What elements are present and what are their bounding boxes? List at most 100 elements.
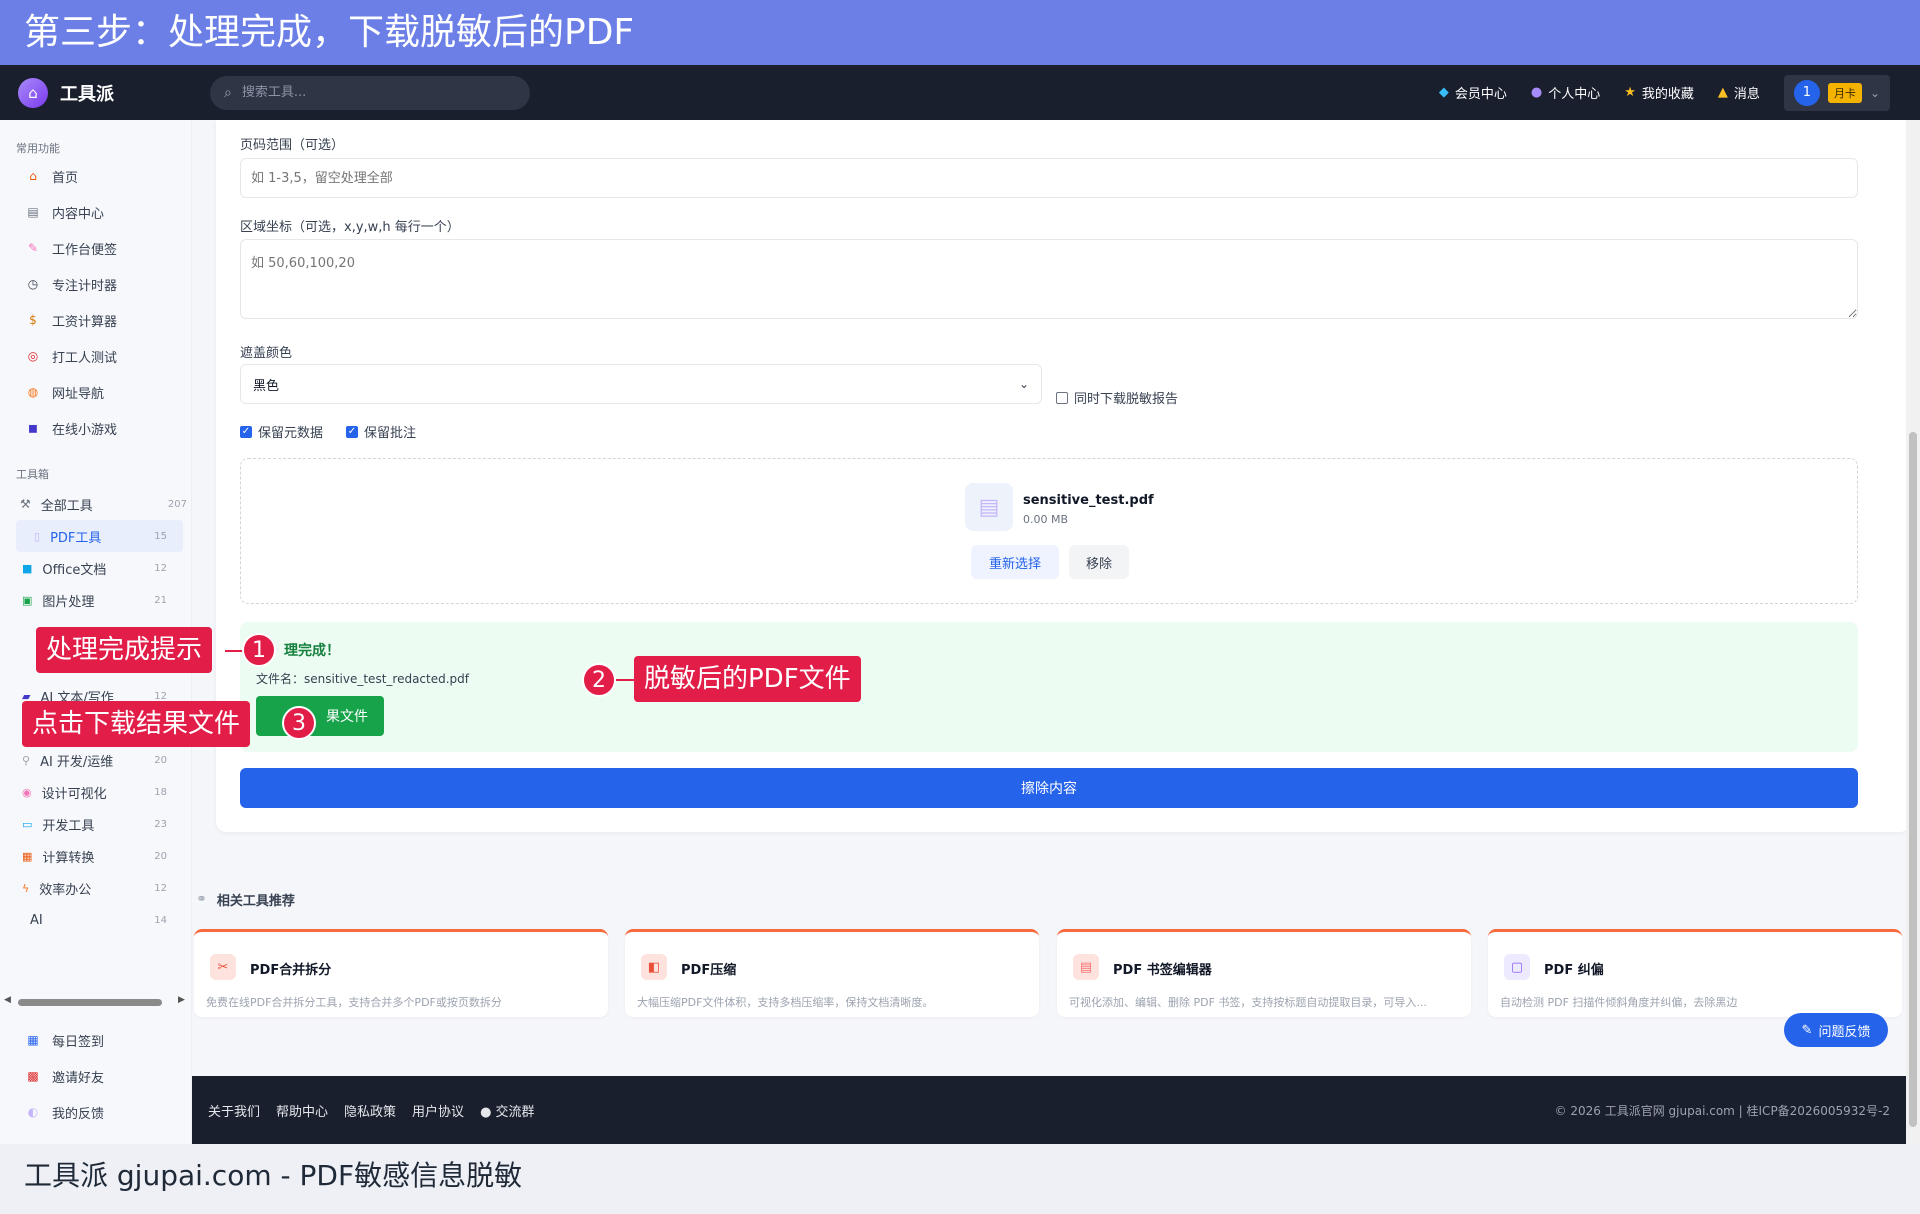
sidebar-item-invite[interactable]: ▩ 邀请好友 — [0, 1058, 191, 1094]
search-box[interactable]: ⌕ — [210, 75, 530, 110]
scrollbar-thumb[interactable] — [1909, 432, 1917, 1127]
sidebar-section-common: 常用功能 — [16, 142, 60, 155]
chevron-down-icon: ⌄ — [1018, 377, 1029, 391]
annotation-number-2: 2 — [582, 663, 616, 697]
search-input[interactable] — [241, 85, 502, 100]
sidebar-item-notes[interactable]: ✎ 工作台便签 — [0, 230, 191, 266]
sidebar-item-calc[interactable]: ▦ 计算转换 20 — [0, 840, 191, 872]
picture-icon: ▣ — [22, 593, 33, 607]
sidebar-item-office[interactable]: ■ Office文档 12 — [0, 552, 191, 584]
scroll-right-arrow-icon[interactable]: ▶ — [178, 995, 185, 1005]
page-range-input[interactable] — [240, 158, 1858, 198]
scroll-left-arrow-icon[interactable]: ◀ — [4, 995, 11, 1005]
sidebar-item-pdf-tools[interactable]: ▯ PDF工具 15 — [16, 520, 183, 552]
nav-messages[interactable]: ▲ 消息 — [1718, 83, 1760, 102]
wrench-icon: ⚲ — [22, 753, 31, 767]
sidebar-item-design[interactable]: ◉ 设计可视化 18 — [0, 776, 191, 808]
sidebar-item-ai[interactable]: AI 14 — [0, 904, 191, 936]
feedback-icon: ✎ — [1801, 1022, 1813, 1038]
user-icon: ● — [1530, 85, 1543, 100]
footer-link-privacy[interactable]: 隐私政策 — [344, 1101, 396, 1120]
sidebar-item-efficiency[interactable]: ϟ 效率办公 12 — [0, 872, 191, 904]
money-bag-icon: $ — [29, 313, 37, 327]
link-icon: ⚭ — [196, 892, 207, 907]
footer-link-about[interactable]: 关于我们 — [208, 1101, 260, 1120]
footer-link-help[interactable]: 帮助中心 — [276, 1101, 328, 1120]
scissors-icon: ✂ — [210, 954, 236, 980]
file-dropzone[interactable]: ▤ sensitive_test.pdf 0.00 MB 重新选择 移除 — [240, 458, 1858, 604]
sidebar-item-games[interactable]: ◼ 在线小游戏 — [0, 410, 191, 446]
reselect-file-button[interactable]: 重新选择 — [971, 545, 1059, 579]
sidebar-item-dev-tools[interactable]: ▭ 开发工具 23 — [0, 808, 191, 840]
keep-annotations-checkbox[interactable]: ✓ 保留批注 — [346, 422, 416, 441]
deskew-icon: ▢ — [1504, 954, 1530, 980]
sidebar-item-nav[interactable]: ◍ 网址导航 — [0, 374, 191, 410]
related-card-pdf-compress[interactable]: ◧ PDF压缩 大幅压缩PDF文件体积，支持多档压缩率，保持文档清晰度。 — [625, 929, 1039, 1017]
sidebar-item-feedback[interactable]: ◐ 我的反馈 — [0, 1094, 191, 1130]
result-box: 理完成！ 文件名：sensitive_test_redacted.pdf 果文件 — [240, 622, 1858, 752]
book-icon: ■ — [22, 561, 33, 575]
laptop-icon: ▭ — [22, 817, 33, 831]
member-badge: 月卡 — [1827, 82, 1862, 103]
tools-icon: ⚒ — [20, 497, 31, 511]
file-name: sensitive_test.pdf — [1023, 493, 1154, 508]
download-result-button[interactable]: 果文件 — [256, 696, 384, 736]
nav-vip-center[interactable]: ◆ 会员中心 — [1439, 83, 1507, 102]
annotation-label-1: 处理完成提示 — [36, 627, 213, 673]
footer-link-group[interactable]: ● 交流群 — [480, 1101, 535, 1120]
result-title: 理完成！ — [284, 643, 340, 659]
remove-file-button[interactable]: 移除 — [1069, 545, 1129, 579]
sidebar-horizontal-scrollbar[interactable]: ◀ ▶ — [0, 995, 192, 1009]
star-icon: ★ — [1624, 85, 1636, 100]
sidebar-item-salary[interactable]: $ 工资计算器 — [0, 302, 191, 338]
scrollbar-thumb[interactable] — [18, 999, 162, 1006]
checkbox-unchecked[interactable] — [1056, 391, 1068, 404]
nav-profile[interactable]: ● 个人中心 — [1531, 83, 1600, 102]
sidebar-item-checkin[interactable]: ▦ 每日签到 — [0, 1022, 191, 1058]
sidebar-item-home[interactable]: ⌂ 首页 — [0, 158, 191, 194]
related-card-pdf-merge[interactable]: ✂ PDF合并拆分 免费在线PDF合并拆分工具，支持合并多个PDF或按页数拆分 — [194, 929, 608, 1017]
annotation-connector-2 — [616, 679, 636, 681]
file-size: 0.00 MB — [1023, 513, 1069, 526]
logo-text: 工具派 — [60, 83, 114, 105]
nav-favorites[interactable]: ★ 我的收藏 — [1624, 83, 1694, 102]
related-tools-heading: ⚭ 相关工具推荐 — [196, 892, 295, 909]
footer-link-terms[interactable]: 用户协议 — [412, 1101, 464, 1120]
globe-icon: ◍ — [27, 385, 39, 399]
annotation-label-3: 点击下载结果文件 — [22, 701, 251, 747]
related-card-pdf-bookmark[interactable]: ▤ PDF 书签编辑器 可视化添加、编辑、删除 PDF 书签，支持按标题自动提取… — [1057, 929, 1471, 1017]
compress-icon: ◧ — [641, 954, 667, 980]
logo[interactable]: ⌂ 工具派 — [18, 77, 188, 108]
home-icon: ⌂ — [29, 169, 37, 183]
lightning-icon: ϟ — [22, 881, 30, 895]
download-report-checkbox[interactable]: 同时下载脱敏报告 — [1056, 388, 1178, 407]
feedback-button[interactable]: ✎ 问题反馈 — [1784, 1013, 1888, 1047]
erase-content-button[interactable]: 擦除内容 — [240, 768, 1858, 808]
sidebar-item-content[interactable]: ▤ 内容中心 — [0, 194, 191, 230]
related-card-pdf-deskew[interactable]: ▢ PDF 纠偏 自动检测 PDF 扫描件倾斜角度并纠偏，去除黑边 — [1488, 929, 1902, 1017]
sidebar-item-all-tools[interactable]: ⚒ 全部工具 207 — [0, 488, 191, 520]
keep-metadata-checkbox[interactable]: ✓ 保留元数据 — [240, 422, 323, 441]
sidebar-item-ai-dev[interactable]: ⚲ AI 开发/运维 20 — [0, 744, 191, 776]
checkbox-checked[interactable]: ✓ — [240, 425, 252, 438]
cover-color-label: 遮盖颜色 — [240, 346, 293, 361]
redact-form-panel: 页码范围（可选） 区域坐标（可选，x,y,w,h 每行一个） 遮盖颜色 黑色 ⌄… — [216, 120, 1910, 832]
sidebar-item-image[interactable]: ▣ 图片处理 21 — [0, 584, 191, 616]
cover-color-select[interactable]: 黑色 ⌄ — [240, 364, 1042, 404]
annotation-label-2: 脱敏后的PDF文件 — [634, 656, 861, 702]
user-menu[interactable]: 1 月卡 ⌄ — [1783, 74, 1890, 111]
annotation-number-3: 3 — [282, 706, 316, 740]
checkbox-checked[interactable]: ✓ — [346, 425, 358, 438]
sidebar-item-worker-test[interactable]: ◎ 打工人测试 — [0, 338, 191, 374]
pdf-file-icon: ▤ — [965, 483, 1013, 531]
result-filename: 文件名：sensitive_test_redacted.pdf — [256, 672, 469, 686]
chevron-down-icon: ⌄ — [1869, 85, 1880, 100]
gift-icon: ▩ — [27, 1069, 39, 1083]
top-navbar: ⌂ 工具派 ⌕ ◆会员中心 ●个人中心 ★我的收藏 ▲消息 1 月卡 ⌄ — [0, 65, 1920, 120]
diamond-icon: ◆ — [1438, 85, 1449, 100]
page-range-label: 页码范围（可选） — [240, 138, 345, 153]
calendar-icon: ▦ — [27, 1033, 39, 1047]
page-vertical-scrollbar[interactable] — [1906, 120, 1920, 1144]
sidebar-item-timer[interactable]: ◷ 专注计时器 — [0, 266, 191, 302]
area-coords-textarea[interactable] — [240, 239, 1858, 319]
